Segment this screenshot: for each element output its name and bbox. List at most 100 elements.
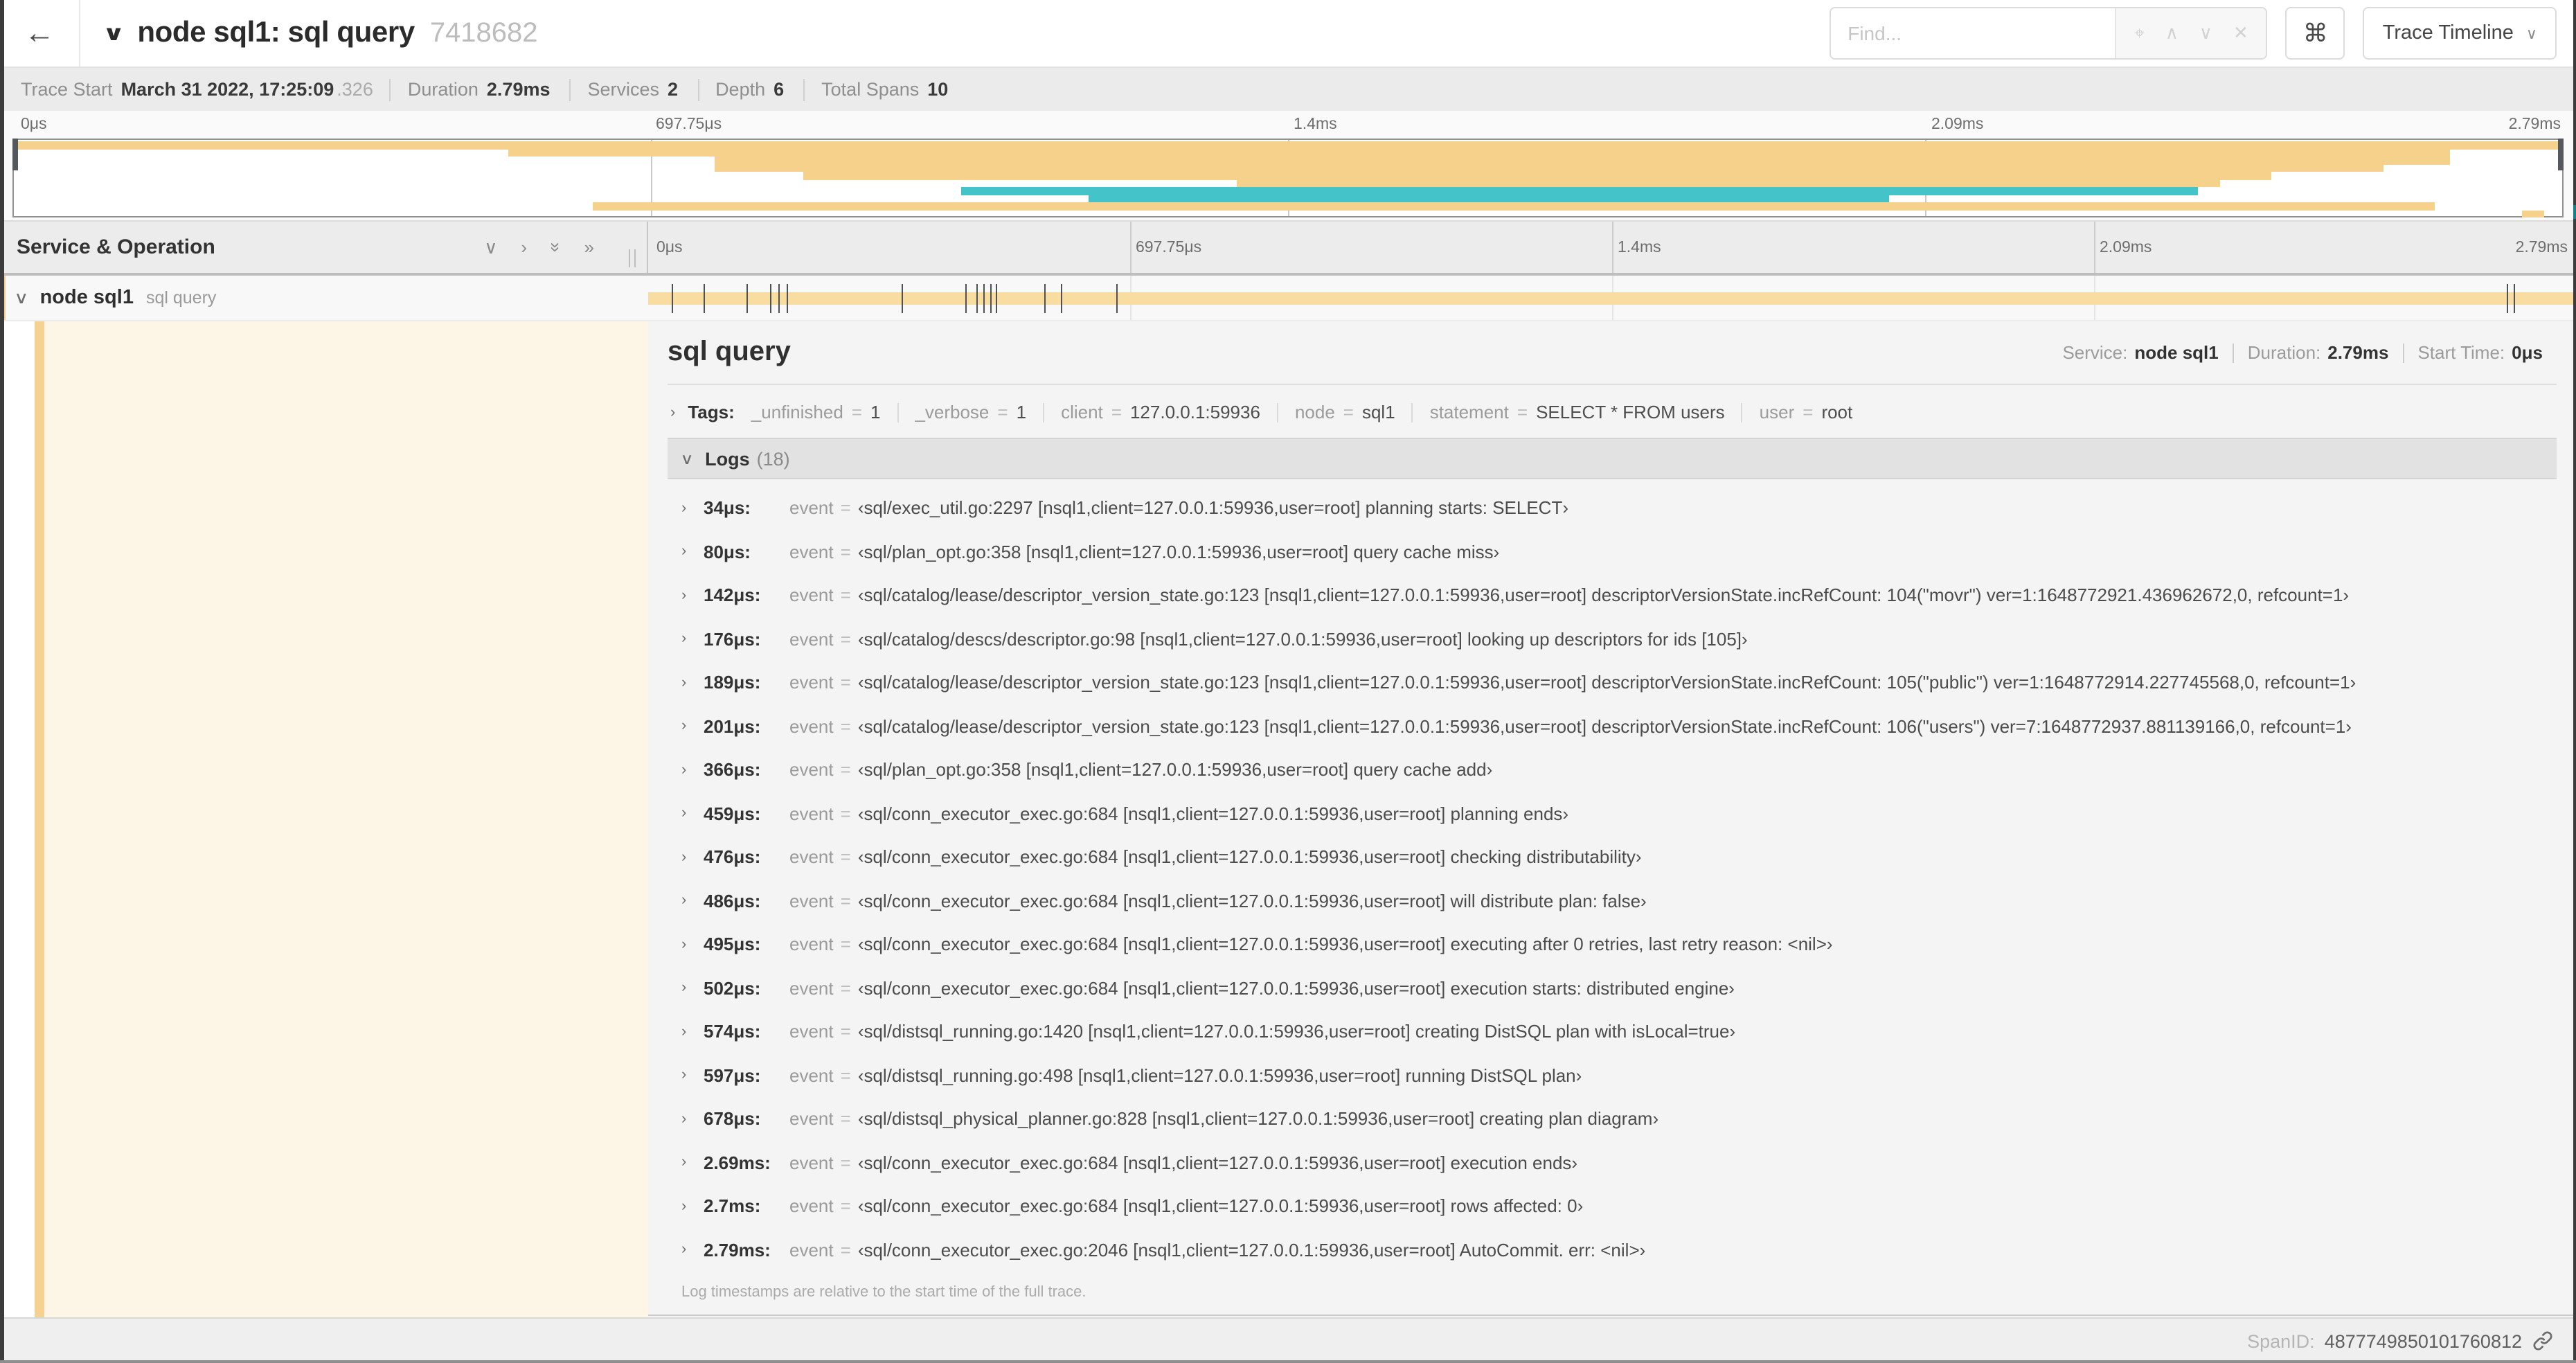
stat-value: March 31 2022, 17:25:09 [120,79,334,100]
log-entry[interactable]: › 597μs: event = ‹sql/distsql_running.go… [668,1053,2557,1097]
chevron-right-icon: › [681,805,687,822]
tag-item: client = 127.0.0.1:59936 [1043,402,1277,422]
log-event-tick [778,284,780,313]
tree-collapse-icon[interactable]: » [545,242,566,252]
tag-equals: = [997,402,1008,422]
log-field-label: event [789,846,834,868]
tree-collapse-icon[interactable]: » [584,237,594,258]
log-value: ‹sql/conn_executor_exec.go:684 [nsql1,cl… [857,890,1647,911]
chevron-right-icon: › [681,587,687,604]
log-field-label: event [789,759,834,781]
log-event-tick [671,284,673,313]
span-row-timeline-cell[interactable] [648,276,2576,320]
log-entry[interactable]: › 142μs: event = ‹sql/catalog/lease/desc… [668,573,2557,617]
log-equals: = [840,1152,851,1173]
log-timestamp: 80μs: [704,541,751,562]
log-event-tick [703,284,705,313]
log-entry[interactable]: › 502μs: event = ‹sql/conn_executor_exec… [668,966,2557,1010]
log-field-label: event [789,497,834,519]
column-resizer-grip[interactable] [629,249,636,267]
log-value: ‹sql/catalog/lease/descriptor_version_st… [857,672,2356,693]
log-entry[interactable]: › 189μs: event = ‹sql/catalog/lease/desc… [668,661,2557,704]
span-duration-bar[interactable] [648,292,2576,305]
trace-stats-bar: Trace Start March 31 2022, 17:25:09 .326… [0,66,2576,111]
chevron-right-icon: › [681,848,687,866]
log-event-tick [990,284,992,313]
logs-accordion-header[interactable]: ∨ Logs (18) [668,438,2557,479]
log-entry[interactable]: › 678μs: event = ‹sql/distsql_physical_p… [668,1097,2557,1141]
deep-link-icon[interactable] [2532,1330,2554,1352]
viewport-start-handle[interactable] [12,139,18,170]
log-equals: = [840,541,851,562]
log-equals: = [840,497,851,519]
chevron-down-icon[interactable]: ∨ [14,288,28,308]
span-detail-header: sql query Service: node sql1 Duration: 2… [668,337,2557,368]
minimap-span-bar [2521,210,2545,217]
log-equals: = [840,672,851,693]
span-color-stripe [35,321,44,1317]
timeline-tick-label: 2.09ms [2100,240,2152,256]
log-event-tick [1044,284,1046,313]
log-entry[interactable]: › 476μs: event = ‹sql/conn_executor_exec… [668,835,2557,879]
find-group: ⌖ ∧ ∨ ✕ [1830,7,2268,60]
log-entry[interactable]: › 2.69ms: event = ‹sql/conn_executor_exe… [668,1141,2557,1184]
find-input[interactable] [1831,8,2116,58]
next-match-icon[interactable]: ∨ [2199,22,2212,44]
minimap-span-bar [1237,179,2221,187]
log-value: ‹sql/conn_executor_exec.go:684 [nsql1,cl… [857,803,1569,824]
log-entry[interactable]: › 176μs: event = ‹sql/catalog/descs/desc… [668,617,2557,661]
tags-accordion[interactable]: › Tags: _unfinished = 1 _verbose = 1 cli… [668,395,2557,438]
tree-collapse-icon[interactable]: › [521,237,527,258]
back-arrow-icon: ← [24,15,55,50]
clear-search-icon[interactable]: ✕ [2233,22,2248,44]
log-field-label: event [789,890,834,911]
locate-icon[interactable]: ⌖ [2134,22,2145,44]
log-entry[interactable]: › 2.7ms: event = ‹sql/conn_executor_exec… [668,1184,2557,1228]
chevron-down-icon[interactable]: ∨ [102,21,125,46]
span-meta-item: Duration: 2.79ms [2232,342,2403,363]
span-tree-column [0,321,648,1317]
chevron-right-icon: › [681,892,687,909]
tag-item: _verbose = 1 [897,402,1043,422]
log-event-tick [965,284,967,313]
keyboard-shortcuts-button[interactable]: ⌘ [2285,7,2345,60]
log-entry[interactable]: › 574μs: event = ‹sql/distsql_running.go… [668,1010,2557,1053]
log-event-tick [2514,284,2516,313]
stat-value: 6 [773,79,785,100]
tag-item: node = sql1 [1276,402,1412,422]
span-row-name-cell[interactable]: ∨ node sql1 sql query [0,276,648,320]
viewport-end-handle[interactable] [2558,139,2564,170]
back-button[interactable]: ← [0,0,80,66]
log-field-label: event [789,715,834,737]
log-entry[interactable]: › 80μs: event = ‹sql/plan_opt.go:358 [ns… [668,530,2557,573]
log-entry[interactable]: › 486μs: event = ‹sql/conn_executor_exec… [668,879,2557,923]
log-equals: = [840,803,851,824]
log-entry[interactable]: › 366μs: event = ‹sql/plan_opt.go:358 [n… [668,748,2557,792]
log-equals: = [840,1239,851,1260]
span-detail-panel: sql query Service: node sql1 Duration: 2… [648,321,2576,1317]
span-operation-name: sql query [145,288,217,308]
chevron-right-icon: › [681,1197,687,1215]
log-equals: = [840,1108,851,1130]
tag-equals: = [1111,402,1122,422]
tag-equals: = [1517,402,1528,422]
log-event-tick [746,284,748,313]
minimap-span-bar [1089,195,1890,202]
stat-label: Duration [407,79,478,100]
log-event-tick [1116,284,1118,313]
timeline-gridline [2094,222,2095,273]
log-entry[interactable]: › 459μs: event = ‹sql/conn_executor_exec… [668,792,2557,835]
log-entry[interactable]: › 34μs: event = ‹sql/exec_util.go:2297 [… [668,486,2557,530]
log-entry[interactable]: › 495μs: event = ‹sql/conn_executor_exec… [668,923,2557,966]
timeline-tick-label: 2.79ms [2515,240,2568,256]
log-event-tick [769,284,771,313]
log-entry[interactable]: › 201μs: event = ‹sql/catalog/lease/desc… [668,704,2557,748]
tree-collapse-icon[interactable]: ∨ [484,236,497,258]
log-timestamp: 34μs: [704,497,751,519]
trace-title-wrap: ∨ node sql1: sql query 7418682 [80,17,538,50]
prev-match-icon[interactable]: ∧ [2165,22,2179,44]
log-entry[interactable]: › 2.79ms: event = ‹sql/conn_executor_exe… [668,1228,2557,1272]
minimap-canvas[interactable] [12,139,2564,217]
log-timestamp: 597μs: [704,1064,761,1086]
trace-view-selector[interactable]: Trace Timeline ∨ [2363,7,2557,60]
